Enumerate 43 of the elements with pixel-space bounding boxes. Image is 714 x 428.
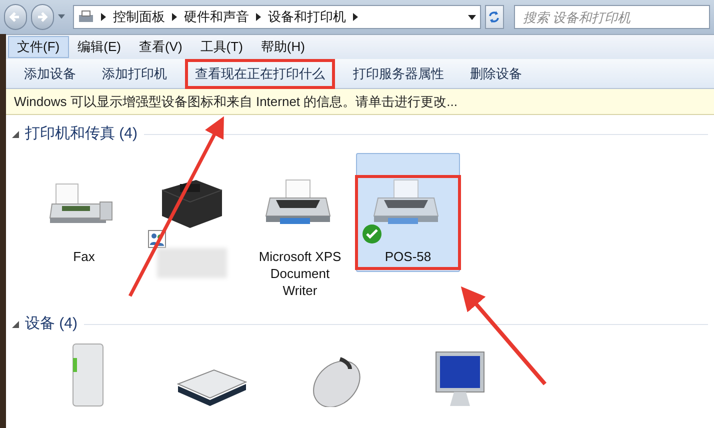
menu-item[interactable]: 文件(F) <box>8 36 69 58</box>
device-tile[interactable]: POS-58 <box>356 153 460 272</box>
menu-item[interactable]: 查看(V) <box>130 36 192 58</box>
device-label: Microsoft XPS Document Writer <box>258 248 342 299</box>
address-field[interactable]: 控制面板 硬件和声音 设备和打印机 <box>72 5 481 29</box>
chevron-icon[interactable] <box>256 13 261 21</box>
menu-item[interactable]: 帮助(H) <box>252 36 314 58</box>
section-title[interactable]: 打印机和传真 (4) <box>25 122 138 146</box>
caret-icon[interactable] <box>58 14 65 20</box>
toolbar-button[interactable]: 删除设备 <box>458 58 534 88</box>
refresh-icon <box>487 10 502 24</box>
external-drive-icon <box>72 343 104 407</box>
collapse-triangle-icon[interactable] <box>12 130 19 138</box>
toolbar-button[interactable]: 添加打印机 <box>90 58 179 88</box>
menu-item[interactable]: 工具(T) <box>191 36 252 58</box>
chevron-icon[interactable] <box>352 13 358 21</box>
toolbar-button[interactable]: 打印服务器属性 <box>341 58 456 88</box>
chevron-icon[interactable] <box>100 13 106 21</box>
breadcrumb[interactable]: 设备和打印机 <box>268 7 346 27</box>
device-tile[interactable]: Microsoft XPS Document Writer <box>248 153 352 304</box>
dropdown-caret-icon[interactable] <box>468 14 476 20</box>
monitor-icon <box>435 351 485 407</box>
printer-icon <box>78 10 94 24</box>
collapse-triangle-icon[interactable] <box>12 320 19 328</box>
breadcrumb[interactable]: 控制面板 <box>112 7 165 27</box>
forward-button[interactable] <box>30 4 54 30</box>
refresh-button[interactable] <box>484 5 504 29</box>
toolbar-button[interactable]: 添加设备 <box>12 58 88 88</box>
blurred-label <box>157 248 227 278</box>
breadcrumb[interactable]: 硬件和声音 <box>184 7 249 27</box>
device-label: Fax <box>72 248 96 265</box>
device-label: POS-58 <box>384 248 432 265</box>
chevron-icon[interactable] <box>172 13 177 21</box>
menu-item[interactable]: 编辑(E) <box>68 36 130 58</box>
back-arrow-icon <box>9 11 22 23</box>
forward-arrow-icon <box>36 11 48 23</box>
back-button[interactable] <box>4 4 27 30</box>
section-title[interactable]: 设备 (4) <box>25 312 78 336</box>
toolbar-button[interactable]: 查看现在正在打印什么 <box>185 58 335 88</box>
search-field[interactable]: 搜索 设备和打印机 <box>514 5 710 29</box>
info-bar[interactable]: Windows 可以显示增强型设备图标和来自 Internet 的信息。请单击进行更改... <box>6 89 714 115</box>
mouse-icon <box>310 356 362 407</box>
device-tile[interactable]: Fax <box>32 153 136 270</box>
